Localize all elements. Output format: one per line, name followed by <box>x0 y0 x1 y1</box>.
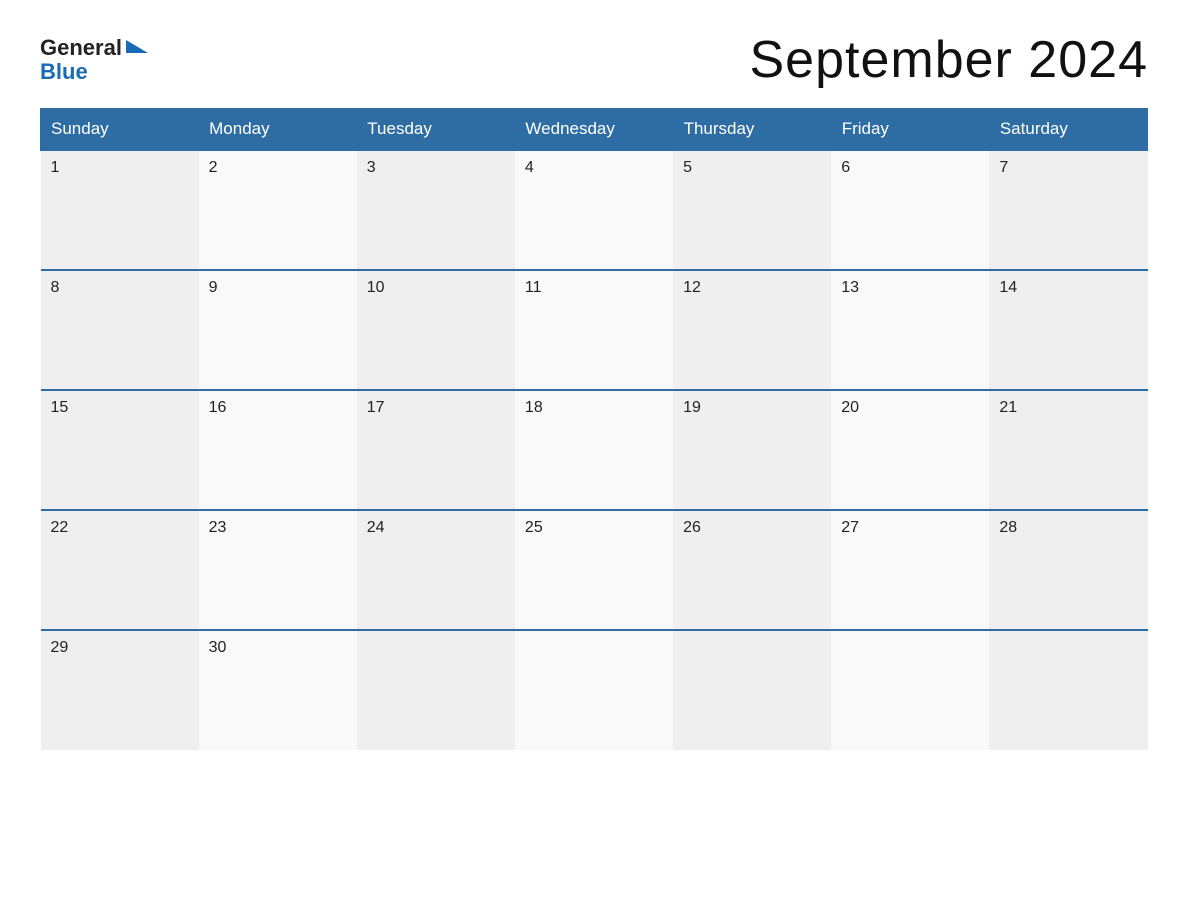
day-number: 29 <box>51 639 189 657</box>
day-number: 30 <box>209 639 347 657</box>
header-wednesday: Wednesday <box>515 109 673 151</box>
page-header: General Blue September 2024 <box>40 30 1148 90</box>
day-number: 6 <box>841 159 979 177</box>
calendar-day-cell <box>515 630 673 750</box>
calendar-day-cell: 23 <box>199 510 357 630</box>
calendar-day-cell: 10 <box>357 270 515 390</box>
calendar-day-cell <box>831 630 989 750</box>
calendar-day-cell: 27 <box>831 510 989 630</box>
logo-general-text: General <box>40 36 122 60</box>
calendar-day-cell: 5 <box>673 150 831 270</box>
calendar-week-row: 29 30 <box>41 630 1148 750</box>
calendar-day-cell: 1 <box>41 150 199 270</box>
header-tuesday: Tuesday <box>357 109 515 151</box>
calendar-day-cell: 28 <box>989 510 1147 630</box>
day-number: 9 <box>209 279 347 297</box>
header-thursday: Thursday <box>673 109 831 151</box>
day-number: 3 <box>367 159 505 177</box>
calendar-day-cell: 4 <box>515 150 673 270</box>
calendar-day-cell: 16 <box>199 390 357 510</box>
calendar-day-cell: 19 <box>673 390 831 510</box>
day-number: 16 <box>209 399 347 417</box>
day-number: 19 <box>683 399 821 417</box>
calendar-day-cell <box>357 630 515 750</box>
calendar-day-cell <box>673 630 831 750</box>
day-number: 2 <box>209 159 347 177</box>
day-number: 18 <box>525 399 663 417</box>
day-number: 28 <box>999 519 1137 537</box>
calendar-table: Sunday Monday Tuesday Wednesday Thursday… <box>40 108 1148 750</box>
calendar-day-cell: 9 <box>199 270 357 390</box>
calendar-day-cell: 11 <box>515 270 673 390</box>
day-number: 20 <box>841 399 979 417</box>
calendar-day-cell: 21 <box>989 390 1147 510</box>
day-number: 12 <box>683 279 821 297</box>
header-sunday: Sunday <box>41 109 199 151</box>
calendar-day-cell: 15 <box>41 390 199 510</box>
calendar-day-cell: 3 <box>357 150 515 270</box>
calendar-day-cell: 30 <box>199 630 357 750</box>
logo-blue-text: Blue <box>40 60 88 84</box>
calendar-day-cell: 26 <box>673 510 831 630</box>
calendar-day-cell <box>989 630 1147 750</box>
day-number: 7 <box>999 159 1137 177</box>
calendar-day-cell: 17 <box>357 390 515 510</box>
day-number: 5 <box>683 159 821 177</box>
weekday-header-row: Sunday Monday Tuesday Wednesday Thursday… <box>41 109 1148 151</box>
calendar-week-row: 8 9 10 11 12 13 14 <box>41 270 1148 390</box>
calendar-day-cell: 20 <box>831 390 989 510</box>
calendar-day-cell: 6 <box>831 150 989 270</box>
logo: General Blue <box>40 36 148 84</box>
header-saturday: Saturday <box>989 109 1147 151</box>
calendar-day-cell: 24 <box>357 510 515 630</box>
calendar-week-row: 15 16 17 18 19 20 21 <box>41 390 1148 510</box>
day-number: 21 <box>999 399 1137 417</box>
header-monday: Monday <box>199 109 357 151</box>
calendar-week-row: 1 2 3 4 5 6 7 <box>41 150 1148 270</box>
calendar-day-cell: 7 <box>989 150 1147 270</box>
day-number: 22 <box>51 519 189 537</box>
day-number: 10 <box>367 279 505 297</box>
day-number: 25 <box>525 519 663 537</box>
day-number: 11 <box>525 279 663 297</box>
logo-arrow-icon <box>126 40 148 53</box>
day-number: 8 <box>51 279 189 297</box>
day-number: 26 <box>683 519 821 537</box>
day-number: 23 <box>209 519 347 537</box>
calendar-day-cell: 13 <box>831 270 989 390</box>
day-number: 4 <box>525 159 663 177</box>
calendar-day-cell: 18 <box>515 390 673 510</box>
day-number: 13 <box>841 279 979 297</box>
day-number: 1 <box>51 159 189 177</box>
day-number: 15 <box>51 399 189 417</box>
calendar-week-row: 22 23 24 25 26 27 28 <box>41 510 1148 630</box>
day-number: 14 <box>999 279 1137 297</box>
day-number: 24 <box>367 519 505 537</box>
header-friday: Friday <box>831 109 989 151</box>
month-title: September 2024 <box>750 30 1149 90</box>
calendar-day-cell: 12 <box>673 270 831 390</box>
calendar-day-cell: 2 <box>199 150 357 270</box>
calendar-day-cell: 8 <box>41 270 199 390</box>
calendar-day-cell: 14 <box>989 270 1147 390</box>
calendar-day-cell: 29 <box>41 630 199 750</box>
calendar-day-cell: 22 <box>41 510 199 630</box>
day-number: 27 <box>841 519 979 537</box>
calendar-day-cell: 25 <box>515 510 673 630</box>
day-number: 17 <box>367 399 505 417</box>
